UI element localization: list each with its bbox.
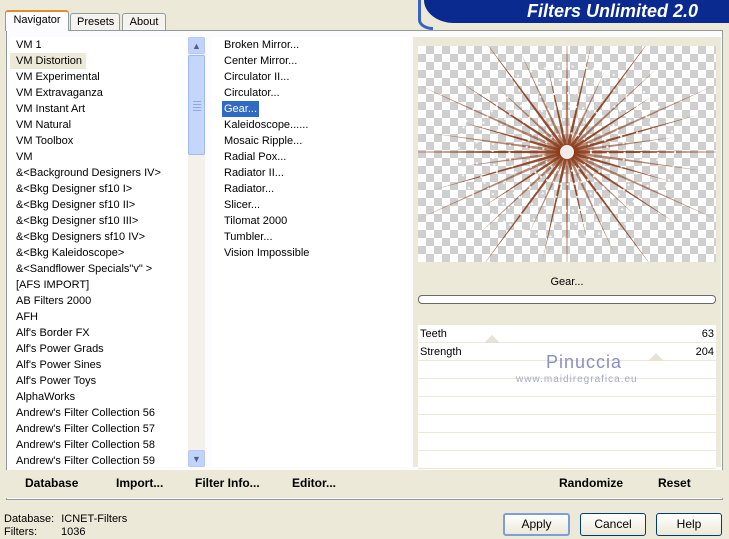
category-list-item[interactable]: &<Bkg Designer sf10 I> bbox=[10, 181, 134, 197]
filter-list-item[interactable]: Tilomat 2000 bbox=[212, 213, 289, 229]
chevron-down-icon: ▼ bbox=[192, 453, 201, 464]
category-list-item[interactable]: Andrew's Filter Collection 57 bbox=[10, 421, 157, 437]
cancel-button[interactable]: Cancel bbox=[580, 513, 646, 536]
category-list-item[interactable]: VM Toolbox bbox=[10, 133, 75, 149]
param-label: Strength bbox=[420, 346, 462, 358]
filters-label: Filters: bbox=[4, 526, 37, 538]
watermark-name: Pinuccia bbox=[546, 352, 623, 372]
database-button[interactable]: Database bbox=[25, 475, 78, 491]
filter-list-item[interactable]: Gear... bbox=[222, 101, 260, 117]
app-title: Filters Unlimited 2.0 bbox=[526, 1, 698, 21]
category-list-item[interactable]: &<Background Designers IV> bbox=[10, 165, 163, 181]
scroll-down-button[interactable]: ▼ bbox=[188, 450, 205, 467]
gear-ray bbox=[566, 150, 719, 221]
filters-info: Filters: 1036 bbox=[4, 526, 85, 539]
gear-effect-preview bbox=[392, 15, 729, 289]
randomize-button[interactable]: Randomize bbox=[559, 475, 623, 491]
database-info: Database: ICNET-Filters bbox=[4, 513, 127, 526]
filter-list-item[interactable]: Circulator... bbox=[212, 85, 282, 101]
category-list-item[interactable]: [AFS IMPORT] bbox=[10, 277, 91, 293]
tab-navigator[interactable]: Navigator bbox=[5, 10, 69, 31]
editor-button[interactable]: Editor... bbox=[292, 475, 336, 491]
category-scrollbar[interactable]: ▲ ▼ bbox=[188, 37, 205, 467]
category-list-item[interactable]: VM Instant Art bbox=[10, 101, 87, 117]
param-value: 204 bbox=[695, 346, 714, 358]
scroll-up-button[interactable]: ▲ bbox=[188, 37, 205, 54]
category-list-item[interactable]: VM 1 bbox=[10, 37, 44, 53]
category-list-item[interactable]: AB Filters 2000 bbox=[10, 293, 93, 309]
category-list-item[interactable]: &<Bkg Designers sf10 IV> bbox=[10, 229, 147, 245]
category-list-item[interactable]: Alf's Border FX bbox=[10, 325, 92, 341]
preview-canvas bbox=[392, 15, 729, 289]
param-row-empty bbox=[418, 433, 716, 451]
param-row-empty bbox=[418, 415, 716, 433]
category-list-item[interactable]: &<Bkg Designer sf10 III> bbox=[10, 213, 140, 229]
category-list[interactable]: VM 1 VM Distortion VM Experimental VM Extra… bbox=[10, 37, 188, 467]
chevron-up-icon: ▲ bbox=[192, 40, 201, 51]
filter-list[interactable]: Broken Mirror... Center Mirror... Circulat… bbox=[212, 37, 411, 467]
filter-list-item[interactable]: Kaleidoscope...... bbox=[212, 117, 310, 133]
import-button[interactable]: Import... bbox=[116, 475, 163, 491]
filters-count: 1036 bbox=[61, 526, 86, 538]
param-row-empty bbox=[418, 451, 716, 469]
scroll-thumb[interactable] bbox=[188, 55, 205, 155]
category-list-item[interactable]: &<Bkg Kaleidoscope> bbox=[10, 245, 126, 261]
database-value: ICNET-Filters bbox=[61, 513, 128, 525]
filter-list-item[interactable]: Tumbler... bbox=[212, 229, 275, 245]
param-row-empty bbox=[418, 397, 716, 415]
filter-list-item[interactable]: Vision Impossible bbox=[212, 245, 311, 261]
category-list-item[interactable]: &<Bkg Designer sf10 II> bbox=[10, 197, 137, 213]
app-banner: Filters Unlimited 2.0 bbox=[424, 0, 729, 23]
gear-ray bbox=[565, 15, 569, 152]
teeth-slider-marker[interactable] bbox=[484, 335, 500, 343]
filter-list-item[interactable]: Radiator... bbox=[212, 181, 276, 197]
category-list-item[interactable]: AFH bbox=[10, 309, 40, 325]
filter-list-item[interactable]: Mosaic Ripple... bbox=[212, 133, 304, 149]
apply-button[interactable]: Apply bbox=[503, 513, 570, 536]
database-label: Database: bbox=[4, 513, 55, 525]
category-list-item[interactable]: VM bbox=[10, 149, 35, 165]
param-label: Teeth bbox=[420, 328, 447, 340]
filter-list-item[interactable]: Center Mirror... bbox=[212, 53, 299, 69]
category-list-item[interactable]: AlphaWorks bbox=[10, 389, 77, 405]
parameter-area: Teeth 63 Strength 204 bbox=[418, 325, 716, 469]
category-list-item[interactable]: Alf's Power Toys bbox=[10, 373, 98, 389]
category-list-item[interactable]: VM Experimental bbox=[10, 69, 102, 85]
filter-list-item[interactable]: Radial Pox... bbox=[212, 149, 288, 165]
filter-list-item[interactable]: Radiator II... bbox=[212, 165, 286, 181]
gear-ray bbox=[565, 152, 569, 289]
help-button[interactable]: Help bbox=[656, 513, 722, 536]
filter-list-item[interactable]: Slicer... bbox=[212, 197, 262, 213]
param-value: 63 bbox=[701, 328, 714, 340]
reset-button[interactable]: Reset bbox=[658, 475, 691, 491]
filter-info-button[interactable]: Filter Info... bbox=[195, 475, 260, 491]
category-list-item[interactable]: &<Sandflower Specials"v" > bbox=[10, 261, 154, 277]
progress-bar bbox=[418, 295, 716, 304]
tab-presets[interactable]: Presets bbox=[70, 13, 120, 30]
category-list-item[interactable]: VM Natural bbox=[10, 117, 73, 133]
category-list-item[interactable]: Alf's Power Sines bbox=[10, 357, 103, 373]
tab-about[interactable]: About bbox=[122, 13, 166, 30]
category-list-item[interactable]: Andrew's Filter Collection 58 bbox=[10, 437, 157, 453]
category-list-item[interactable]: Andrew's Filter Collection 59 bbox=[10, 453, 157, 469]
param-row-teeth[interactable]: Teeth 63 bbox=[418, 325, 716, 343]
gear-hub bbox=[560, 145, 574, 159]
gear-ray bbox=[566, 83, 719, 154]
filter-list-item[interactable]: Circulator II... bbox=[212, 69, 291, 85]
category-list-item[interactable]: VM Extravaganza bbox=[10, 85, 105, 101]
filter-list-item[interactable]: Broken Mirror... bbox=[212, 37, 301, 53]
category-list-item[interactable]: Andrew's Filter Collection 56 bbox=[10, 405, 157, 421]
category-list-item[interactable]: Alf's Power Grads bbox=[10, 341, 106, 357]
strength-slider-marker[interactable] bbox=[648, 353, 664, 361]
selected-filter-name: Gear... bbox=[418, 271, 716, 293]
watermark-site: www.maidiregrafica.eu bbox=[516, 374, 638, 385]
category-list-item[interactable]: VM Distortion bbox=[10, 53, 87, 69]
